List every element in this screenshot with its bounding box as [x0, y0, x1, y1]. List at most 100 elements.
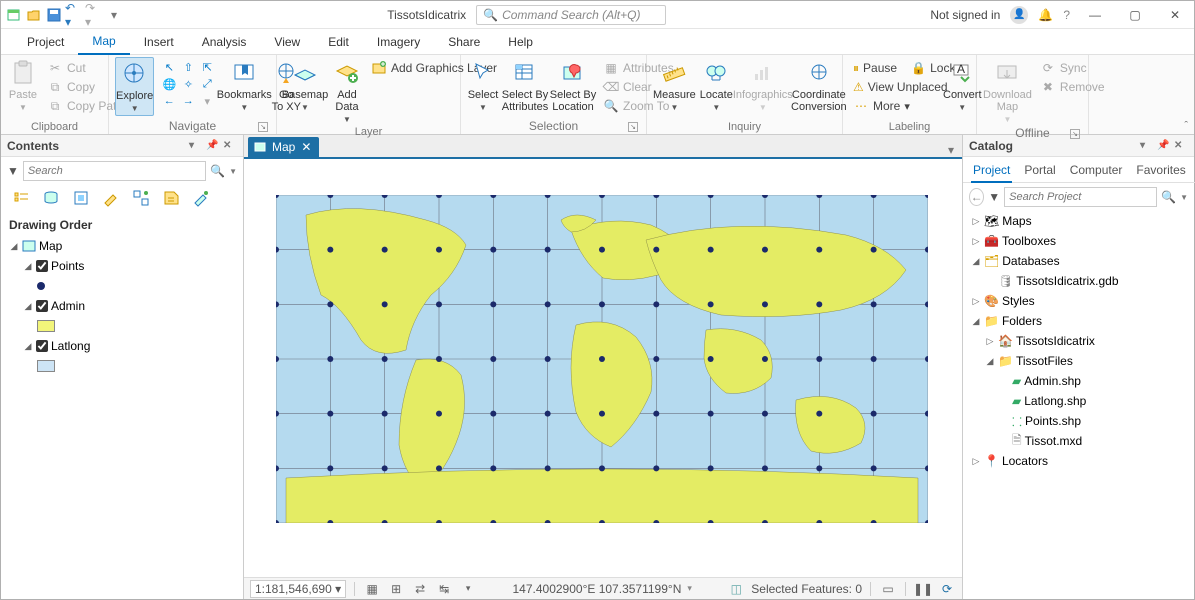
admin-checkbox[interactable]: [36, 300, 48, 312]
collapse-ribbon-icon[interactable]: ˆ: [1184, 120, 1188, 132]
catalog-search-dropdown-icon[interactable]: ▼: [1180, 193, 1188, 202]
tab-help[interactable]: Help: [494, 30, 547, 54]
infographics-button[interactable]: Infographics▼: [737, 57, 789, 114]
points-checkbox[interactable]: [36, 260, 48, 272]
latlong-symbol[interactable]: [5, 356, 239, 376]
convert-labels-button[interactable]: AConvert▼: [943, 57, 982, 114]
paste-button[interactable]: Paste▼: [7, 57, 39, 114]
snap-grid-icon[interactable]: ▦: [363, 581, 381, 597]
catalog-search-input[interactable]: [1004, 187, 1157, 207]
select-by-attributes-button[interactable]: Select By Attributes: [503, 57, 547, 115]
catalog-file-latlong[interactable]: ▰Latlong.shp: [967, 391, 1190, 411]
map-view-tab[interactable]: Map ✕: [248, 137, 319, 157]
open-project-icon[interactable]: [25, 6, 43, 24]
catalog-locators-node[interactable]: ▷📍Locators: [967, 451, 1190, 471]
tree-layer-points[interactable]: ◢Points: [5, 256, 239, 276]
offline-launcher[interactable]: ↘: [1070, 129, 1080, 139]
list-by-source-icon[interactable]: [41, 188, 61, 208]
catalog-file-points[interactable]: ⸬Points.shp: [967, 411, 1190, 431]
help-icon[interactable]: ?: [1063, 8, 1070, 22]
search-icon[interactable]: 🔍: [210, 164, 225, 178]
list-by-editing-icon[interactable]: [101, 188, 121, 208]
notifications-icon[interactable]: 🔔: [1038, 8, 1053, 22]
catalog-file-tissotmxd[interactable]: 🗎Tissot.mxd: [967, 431, 1190, 451]
catalog-search-icon[interactable]: 🔍: [1161, 190, 1176, 204]
tab-imagery[interactable]: Imagery: [363, 30, 434, 54]
remove-button[interactable]: ✖Remove: [1036, 78, 1109, 96]
bookmarks-button[interactable]: Bookmarks▼: [222, 57, 266, 114]
catalog-close-icon[interactable]: ✕: [1174, 140, 1188, 151]
sync-button[interactable]: ⟳Sync: [1036, 59, 1109, 77]
catalog-folder-tissotfiles[interactable]: ◢📁TissotFiles: [967, 351, 1190, 371]
tree-map-node[interactable]: ◢Map: [5, 236, 239, 256]
qat-customize-icon[interactable]: ▾: [105, 6, 123, 24]
catalog-tab-project[interactable]: Project: [971, 161, 1012, 183]
refresh-icon[interactable]: ⟳: [938, 581, 956, 597]
avatar[interactable]: 👤: [1010, 6, 1028, 24]
nav-arrows[interactable]: ↖⇧⇱ 🌐✧⤢ ←→▾: [160, 59, 216, 109]
contents-pin-icon[interactable]: 📌: [206, 140, 220, 151]
correction-icon[interactable]: ↹: [435, 581, 453, 597]
maximize-button[interactable]: ▢: [1120, 3, 1150, 27]
download-map-button[interactable]: Download Map▼: [983, 57, 1032, 126]
dynamic-constraints-icon[interactable]: ⇄: [411, 581, 429, 597]
tab-edit[interactable]: Edit: [314, 30, 363, 54]
measure-button[interactable]: Measure▼: [653, 57, 696, 114]
catalog-tab-favorites[interactable]: Favorites: [1134, 161, 1187, 182]
points-symbol[interactable]: [5, 276, 239, 296]
basemap-button[interactable]: Basemap▼: [283, 57, 327, 114]
catalog-toolboxes-node[interactable]: ▷🧰Toolboxes: [967, 231, 1190, 251]
list-by-drawing-order-icon[interactable]: [11, 188, 31, 208]
tab-map[interactable]: Map: [78, 29, 129, 55]
catalog-gdb-node[interactable]: 🛢TissotsIdicatrix.gdb: [967, 271, 1190, 291]
list-by-perspective-icon[interactable]: [191, 188, 211, 208]
catalog-toggle-icon[interactable]: ▭: [879, 581, 897, 597]
contents-close-icon[interactable]: ✕: [223, 140, 237, 151]
select-button[interactable]: Select▼: [467, 57, 499, 114]
explore-button[interactable]: Explore▼: [115, 57, 154, 116]
selection-launcher[interactable]: ↘: [628, 122, 638, 132]
filter-icon[interactable]: ▼: [7, 164, 19, 178]
catalog-pin-icon[interactable]: 📌: [1157, 140, 1171, 151]
select-by-location-button[interactable]: Select By Location: [551, 57, 595, 115]
catalog-tab-portal[interactable]: Portal: [1022, 161, 1057, 182]
catalog-folder-tissots[interactable]: ▷🏠TissotsIdicatrix: [967, 331, 1190, 351]
tab-analysis[interactable]: Analysis: [188, 30, 261, 54]
catalog-styles-node[interactable]: ▷🎨Styles: [967, 291, 1190, 311]
map-tab-close-icon[interactable]: ✕: [301, 140, 311, 154]
map-canvas[interactable]: [244, 157, 962, 577]
tree-layer-latlong[interactable]: ◢Latlong: [5, 336, 239, 356]
save-icon[interactable]: [45, 6, 63, 24]
scale-input[interactable]: 1:181,546,690 ▾: [250, 580, 346, 598]
tab-project[interactable]: Project: [13, 30, 78, 54]
tab-insert[interactable]: Insert: [130, 30, 188, 54]
undo-icon[interactable]: ↶ ▾: [65, 6, 83, 24]
snap-toggle-icon[interactable]: ⊞: [387, 581, 405, 597]
coordinate-conversion-button[interactable]: Coordinate Conversion: [793, 57, 845, 115]
latlong-checkbox[interactable]: [36, 340, 48, 352]
map-tabs-menu-icon[interactable]: ▾: [944, 143, 958, 157]
catalog-dropdown-icon[interactable]: ▾: [1140, 140, 1154, 151]
catalog-maps-node[interactable]: ▷🗺Maps: [967, 211, 1190, 231]
pause-drawing-icon[interactable]: ❚❚: [914, 581, 932, 597]
catalog-filter-icon[interactable]: ▼: [988, 190, 1000, 204]
coordinates-readout[interactable]: 147.4002900°E 107.3571199°N: [513, 582, 682, 596]
contents-search-input[interactable]: [23, 161, 206, 181]
redo-icon[interactable]: ↷ ▾: [85, 6, 103, 24]
tab-share[interactable]: Share: [434, 30, 494, 54]
status-menu-icon[interactable]: ▾: [459, 581, 477, 597]
catalog-databases-node[interactable]: ◢🗂Databases: [967, 251, 1190, 271]
command-search[interactable]: 🔍 Command Search (Alt+Q): [476, 5, 666, 25]
tab-view[interactable]: View: [260, 30, 314, 54]
tree-layer-admin[interactable]: ◢Admin: [5, 296, 239, 316]
add-data-button[interactable]: Add Data▼: [331, 57, 363, 126]
navigate-launcher[interactable]: ↘: [258, 122, 268, 132]
signin-status[interactable]: Not signed in: [930, 8, 1000, 22]
admin-symbol[interactable]: [5, 316, 239, 336]
list-by-labeling-icon[interactable]: [161, 188, 181, 208]
more-labeling-button[interactable]: ⋯More ▾: [849, 97, 939, 115]
search-dropdown-icon[interactable]: ▼: [229, 167, 237, 176]
pause-labeling-button[interactable]: ⏸Pause 🔒Lock: [849, 59, 939, 77]
new-project-icon[interactable]: [5, 6, 23, 24]
catalog-tab-computer[interactable]: Computer: [1068, 161, 1125, 182]
